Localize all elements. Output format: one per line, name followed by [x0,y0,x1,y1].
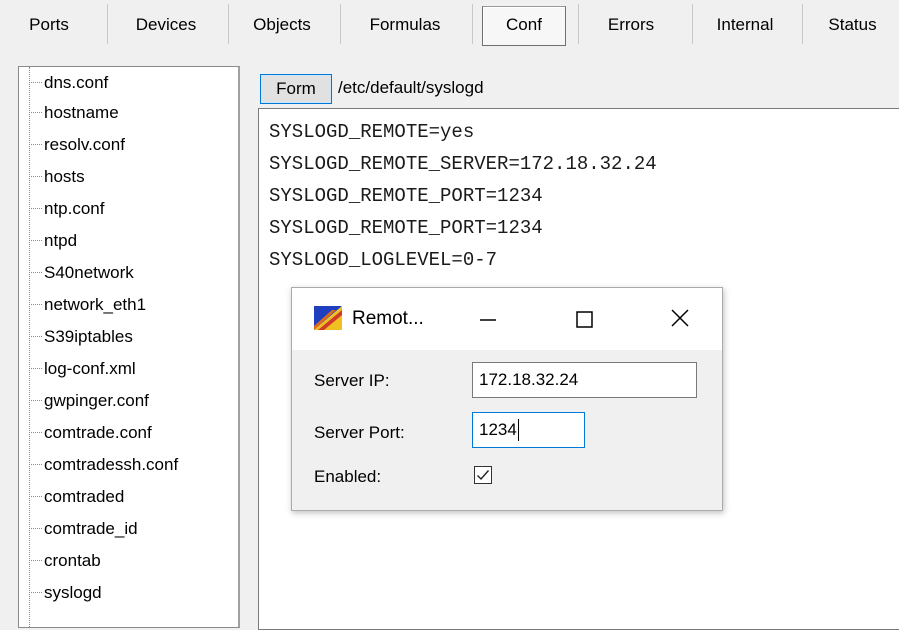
tree-item[interactable]: syslogd [29,581,102,609]
tab-status[interactable]: Status [806,2,899,44]
tree-item-label: hostname [44,103,119,122]
dialog-titlebar[interactable]: Remot... [292,288,722,350]
tree-item[interactable]: crontab [29,549,101,577]
tree-item[interactable]: hosts [29,165,85,193]
enabled-checkbox[interactable] [474,466,492,484]
close-button[interactable] [660,304,700,334]
tab-formulas[interactable]: Formulas [344,2,466,44]
tree-item[interactable]: dns.conf [29,71,108,99]
tree-item-label: resolv.conf [44,135,125,154]
tab-divider [107,4,108,44]
tab-divider [692,4,693,44]
tab-objects[interactable]: Objects [232,2,332,44]
tree-item-label: ntp.conf [44,199,105,218]
server-port-input[interactable]: 1234 [472,412,585,448]
editor-line: SYSLOGD_REMOTE_PORT=1234 [269,185,543,207]
file-tree[interactable]: dns.conf hostname resolv.conf hosts ntp.… [18,66,240,628]
tree-item-label: S39iptables [44,327,133,346]
tree-item[interactable]: hostname [29,101,119,129]
tree-item[interactable]: resolv.conf [29,133,125,161]
tree-item-label: comtrade.conf [44,423,152,442]
tab-devices[interactable]: Devices [110,2,222,44]
tree-item[interactable]: log-conf.xml [29,357,136,385]
maximize-button[interactable] [564,304,604,334]
tree-item[interactable]: ntpd [29,229,77,257]
tab-divider [802,4,803,44]
file-path: /etc/default/syslogd [338,78,484,97]
tab-divider [228,4,229,44]
minimize-icon [480,319,496,321]
text-caret [517,418,519,441]
tree-item-label: comtrade_id [44,519,138,538]
editor-line: SYSLOGD_LOGLEVEL=0-7 [269,249,498,271]
tree-item[interactable]: ntp.conf [29,197,105,225]
tree-item[interactable]: S39iptables [29,325,133,353]
server-port-value: 1234 [479,420,517,439]
tab-conf[interactable]: Conf [482,6,566,46]
tab-divider [578,4,579,44]
tree-item-label: hosts [44,167,85,186]
tab-strip: Ports Devices Objects Formulas Conf Erro… [0,0,899,50]
tree-item-label: S40network [44,263,134,282]
server-port-label: Server Port: [314,423,405,442]
remote-syslog-dialog: Remot... Server IP: 172.18.32.24 Server … [291,287,723,511]
minimize-button[interactable] [468,304,508,334]
enabled-label: Enabled: [314,467,382,486]
dialog-title: Remot... [352,308,424,329]
tree-item[interactable]: comtrade.conf [29,421,152,449]
tree-item-label: crontab [44,551,101,570]
tree-item-label: ntpd [44,231,78,250]
tree-item-label: comtraded [44,487,125,506]
maximize-icon [576,311,593,328]
tree-item-label: log-conf.xml [44,359,136,378]
server-ip-input[interactable]: 172.18.32.24 [472,362,697,398]
tree-item-label: gwpinger.conf [44,391,149,410]
editor-line: SYSLOGD_REMOTE_SERVER=172.18.32.24 [269,153,657,175]
tab-divider [340,4,341,44]
form-button[interactable]: Form [260,74,332,104]
tree-item[interactable]: S40network [29,261,134,289]
tree-item[interactable]: comtraded [29,485,124,513]
tab-internal[interactable]: Internal [694,2,796,44]
editor-line: SYSLOGD_REMOTE_PORT=1234 [269,217,543,239]
tree-item[interactable]: comtradessh.conf [29,453,178,481]
tree-item[interactable]: network_eth1 [29,293,146,321]
editor-line: SYSLOGD_REMOTE=yes [269,121,475,143]
tree-item-label: dns.conf [44,73,109,92]
app-logo-icon [314,306,342,330]
tree-item[interactable]: gwpinger.conf [29,389,149,417]
close-icon [671,309,689,327]
tree-item[interactable]: comtrade_id [29,517,138,545]
tree-item-label: comtradessh.conf [44,455,179,474]
tab-errors[interactable]: Errors [582,2,680,44]
tree-item-label: syslogd [44,583,102,602]
checkmark-icon [477,470,490,481]
tree-item-label: network_eth1 [44,295,147,314]
tab-divider [472,4,473,44]
server-ip-label: Server IP: [314,371,390,390]
tab-ports[interactable]: Ports [0,2,98,44]
